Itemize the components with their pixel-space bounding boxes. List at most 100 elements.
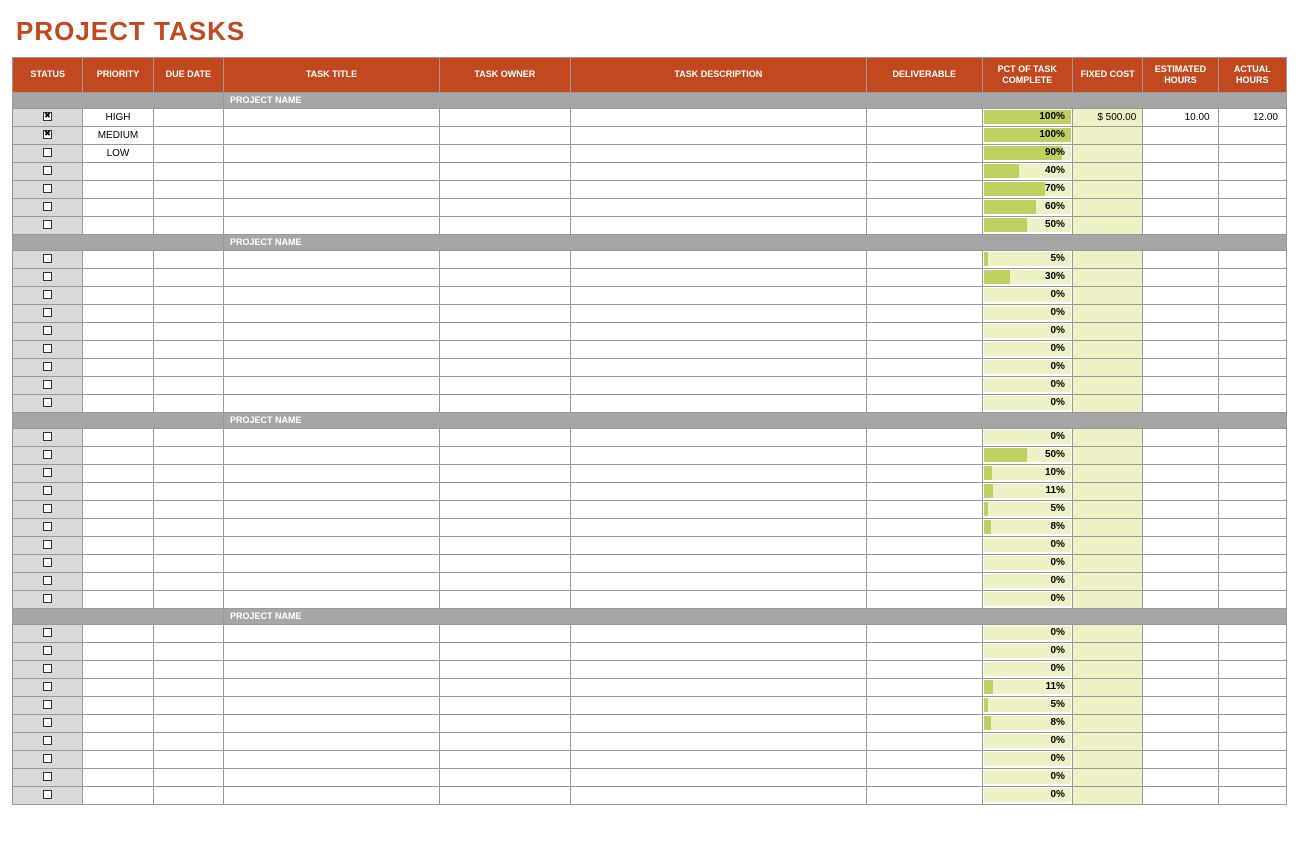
pct-complete-cell[interactable]: 0% [982,732,1072,750]
fixed-cost-cell[interactable] [1072,126,1142,144]
deliverable-cell[interactable] [867,572,983,590]
status-checkbox-icon[interactable] [43,718,52,727]
fixed-cost-cell[interactable] [1072,286,1142,304]
task-desc-cell[interactable] [570,572,866,590]
deliverable-cell[interactable] [867,642,983,660]
status-checkbox-icon[interactable] [43,272,52,281]
task-desc-cell[interactable] [570,304,866,322]
task-title-cell[interactable] [223,216,439,234]
status-cell[interactable] [13,732,83,750]
pct-complete-cell[interactable]: 100% [982,126,1072,144]
act-hours-cell[interactable] [1218,554,1286,572]
priority-cell[interactable] [83,572,153,590]
task-owner-cell[interactable] [440,358,571,376]
pct-complete-cell[interactable]: 100% [982,108,1072,126]
due-date-cell[interactable] [153,590,223,608]
task-owner-cell[interactable] [440,714,571,732]
est-hours-cell[interactable] [1143,428,1218,446]
pct-complete-cell[interactable]: 0% [982,536,1072,554]
priority-cell[interactable] [83,358,153,376]
due-date-cell[interactable] [153,304,223,322]
fixed-cost-cell[interactable] [1072,322,1142,340]
task-owner-cell[interactable] [440,500,571,518]
task-title-cell[interactable] [223,394,439,412]
due-date-cell[interactable] [153,786,223,804]
deliverable-cell[interactable] [867,376,983,394]
est-hours-cell[interactable] [1143,572,1218,590]
task-desc-cell[interactable] [570,286,866,304]
task-desc-cell[interactable] [570,428,866,446]
deliverable-cell[interactable] [867,304,983,322]
fixed-cost-cell[interactable] [1072,572,1142,590]
act-hours-cell[interactable] [1218,340,1286,358]
est-hours-cell[interactable] [1143,500,1218,518]
deliverable-cell[interactable] [867,660,983,678]
pct-complete-cell[interactable]: 60% [982,198,1072,216]
status-cell[interactable] [13,268,83,286]
est-hours-cell[interactable] [1143,216,1218,234]
due-date-cell[interactable] [153,750,223,768]
fixed-cost-cell[interactable] [1072,678,1142,696]
fixed-cost-cell[interactable]: $ 500.00 [1072,108,1142,126]
status-cell[interactable] [13,340,83,358]
deliverable-cell[interactable] [867,554,983,572]
act-hours-cell[interactable] [1218,590,1286,608]
task-title-cell[interactable] [223,376,439,394]
task-title-cell[interactable] [223,482,439,500]
deliverable-cell[interactable] [867,216,983,234]
deliverable-cell[interactable] [867,446,983,464]
due-date-cell[interactable] [153,554,223,572]
est-hours-cell[interactable] [1143,126,1218,144]
task-title-cell[interactable] [223,198,439,216]
due-date-cell[interactable] [153,446,223,464]
task-desc-cell[interactable] [570,198,866,216]
task-title-cell[interactable] [223,322,439,340]
task-title-cell[interactable] [223,286,439,304]
status-checkbox-icon[interactable] [43,468,52,477]
priority-cell[interactable] [83,590,153,608]
task-owner-cell[interactable] [440,376,571,394]
status-cell[interactable] [13,180,83,198]
deliverable-cell[interactable] [867,340,983,358]
due-date-cell[interactable] [153,732,223,750]
task-desc-cell[interactable] [570,750,866,768]
deliverable-cell[interactable] [867,786,983,804]
fixed-cost-cell[interactable] [1072,464,1142,482]
due-date-cell[interactable] [153,678,223,696]
status-cell[interactable] [13,304,83,322]
pct-complete-cell[interactable]: 10% [982,464,1072,482]
task-title-cell[interactable] [223,108,439,126]
status-checkbox-icon[interactable] [43,486,52,495]
status-checkbox-icon[interactable] [43,558,52,567]
act-hours-cell[interactable] [1218,286,1286,304]
task-desc-cell[interactable] [570,536,866,554]
status-checkbox-icon[interactable] [43,700,52,709]
act-hours-cell[interactable]: 12.00 [1218,108,1286,126]
status-checkbox-icon[interactable] [43,682,52,691]
deliverable-cell[interactable] [867,180,983,198]
priority-cell[interactable]: LOW [83,144,153,162]
deliverable-cell[interactable] [867,696,983,714]
task-desc-cell[interactable] [570,394,866,412]
est-hours-cell[interactable] [1143,340,1218,358]
task-owner-cell[interactable] [440,732,571,750]
deliverable-cell[interactable] [867,714,983,732]
status-checkbox-icon[interactable] [43,308,52,317]
pct-complete-cell[interactable]: 0% [982,322,1072,340]
deliverable-cell[interactable] [867,358,983,376]
task-owner-cell[interactable] [440,590,571,608]
status-checkbox-icon[interactable] [43,576,52,585]
task-desc-cell[interactable] [570,322,866,340]
task-owner-cell[interactable] [440,286,571,304]
status-checkbox-icon[interactable] [43,184,52,193]
deliverable-cell[interactable] [867,732,983,750]
deliverable-cell[interactable] [867,536,983,554]
deliverable-cell[interactable] [867,750,983,768]
deliverable-cell[interactable] [867,678,983,696]
priority-cell[interactable] [83,732,153,750]
priority-cell[interactable] [83,696,153,714]
act-hours-cell[interactable] [1218,678,1286,696]
est-hours-cell[interactable] [1143,750,1218,768]
pct-complete-cell[interactable]: 0% [982,750,1072,768]
status-checkbox-icon[interactable] [43,398,52,407]
